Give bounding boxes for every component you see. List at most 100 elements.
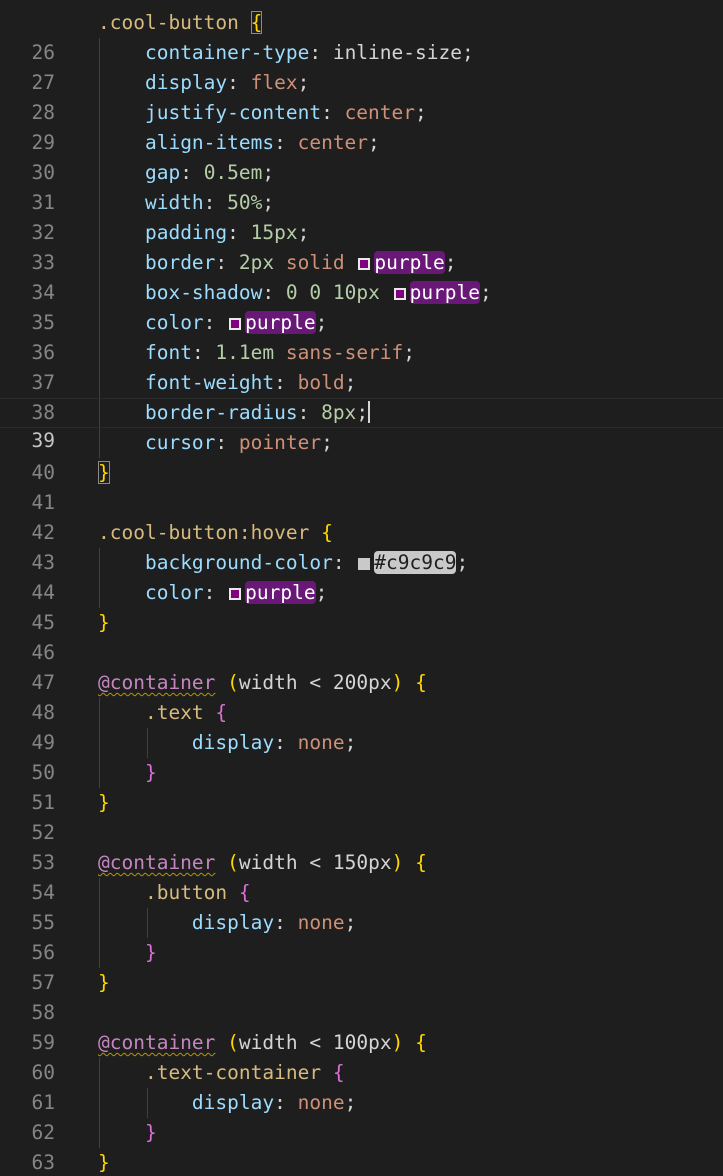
at-rule: @container [98,1031,216,1054]
property: cursor [144,431,216,454]
code-line[interactable]: 64 } [0,1148,723,1176]
code-line[interactable]: 60 @container (width < 100px) { [0,1028,723,1084]
bracket: } [98,461,110,484]
value: none [297,911,345,934]
value: 0.5em [203,161,263,184]
property: display [144,71,228,94]
value: 10px [332,281,380,304]
code-line[interactable]: 29 justify-content: center; [0,98,723,154]
text-cursor [368,401,371,423]
code-line[interactable]: 27 container-type: inline-size; [0,38,723,94]
code-line[interactable]: 30 align-items: center; [0,128,723,184]
color-value: purple [245,581,316,604]
property: display [191,731,275,754]
bracket: } [144,941,157,964]
code-line[interactable]: 28 display: flex; [0,68,723,124]
property: display [191,1091,275,1114]
property: width [144,191,204,214]
value: pointer [238,431,322,454]
bracket: { [332,1061,345,1084]
query-feature: width [238,671,298,694]
query-feature: width [238,851,298,874]
code-line[interactable]: 38 font-weight: bold; [0,368,723,424]
color-swatch-icon[interactable] [229,318,242,330]
code-line[interactable]: 46 } [0,608,723,664]
code-line[interactable]: 63 } [0,1118,723,1174]
bracket: } [144,1121,157,1144]
query-operator: < [309,1031,322,1054]
at-rule: @container [98,851,216,874]
property: align-items [144,131,275,154]
property: border [144,251,216,274]
code-line-current[interactable]: 39 border-radius: 8px; [0,398,723,452]
code-line[interactable]: 33 padding: 15px; [0,218,723,274]
value: 1.1em [215,341,275,364]
color-swatch-icon[interactable] [358,558,371,570]
property: container-type [144,41,310,64]
query-value: 100px [332,1031,392,1054]
code-line[interactable]: 34 border: 2px solid purple; [0,248,723,304]
property: justify-content [144,101,322,124]
query-value: 150px [332,851,392,874]
code-line[interactable]: 54 @container (width < 150px) { [0,848,723,904]
code-line[interactable]: 52 } [0,788,723,844]
property: color [144,581,204,604]
code-line[interactable]: 57 } [0,938,723,994]
code-line[interactable]: 43 .cool-button:hover { [0,518,723,574]
bracket: { [238,881,251,904]
code-line[interactable]: 37 font: 1.1em sans-serif; [0,338,723,394]
code-line[interactable]: 53 [0,818,723,874]
selector: .button [144,881,228,904]
bracket: { [321,521,333,544]
color-value: purple [245,311,316,334]
value: none [297,731,345,754]
code-line[interactable]: 59 [0,998,723,1054]
value: 8px [321,401,357,424]
property: box-shadow [144,281,263,304]
color-swatch-icon[interactable] [358,258,371,270]
code-line[interactable]: 56 display: none; [0,908,723,964]
code-line[interactable]: 51 } [0,758,723,814]
color-swatch-icon[interactable] [229,588,242,600]
code-editor[interactable]: 26 .cool-button { 27 container-type: inl… [0,0,723,1176]
color-value: purple [409,281,481,304]
value: 0 [309,281,322,304]
bracket: } [98,1151,110,1174]
bracket: { [215,701,228,724]
code-line[interactable]: 42 [0,488,723,544]
code-line[interactable]: 47 [0,638,723,694]
value: 0 [285,281,298,304]
property: gap [144,161,181,184]
color-swatch-icon[interactable] [393,288,406,300]
selector: .cool-button [98,11,239,34]
value: bold [297,371,345,394]
selector: .cool-button:hover [98,521,310,544]
code-line[interactable]: 41 } [0,458,723,514]
code-line[interactable]: 61 .text-container { [0,1058,723,1114]
code-line[interactable]: 58 } [0,968,723,1024]
code-line[interactable]: 31 gap: 0.5em; [0,158,723,214]
property: border-radius [144,401,298,424]
code-line[interactable]: 32 width: 50%; [0,188,723,244]
code-line[interactable]: 50 display: none; [0,728,723,784]
value: center [344,101,416,124]
code-line[interactable]: 45 color: purple; [0,578,723,634]
bracket: { [415,671,427,694]
code-line[interactable]: 49 .text { [0,698,723,754]
value: 50% [227,191,263,214]
color-value: purple [374,251,445,274]
bracket: } [98,971,110,994]
code-line[interactable]: 48 @container (width < 200px) { [0,668,723,724]
code-line[interactable]: 44 background-color: #c9c9c9; [0,548,723,604]
code-line[interactable]: 62 display: none; [0,1088,723,1144]
code-line[interactable]: 55 .button { [0,878,723,934]
selector: .text-container [144,1061,322,1084]
at-rule: @container [98,671,216,694]
color-value: #c9c9c9 [374,551,457,574]
code-line[interactable]: 26 .cool-button { [0,8,723,64]
code-line[interactable]: 40 cursor: pointer; [0,428,723,484]
property: padding [144,221,228,244]
code-line[interactable]: 36 color: purple; [0,308,723,364]
value: 15px [250,221,298,244]
code-line[interactable]: 35 box-shadow: 0 0 10px purple; [0,278,723,334]
